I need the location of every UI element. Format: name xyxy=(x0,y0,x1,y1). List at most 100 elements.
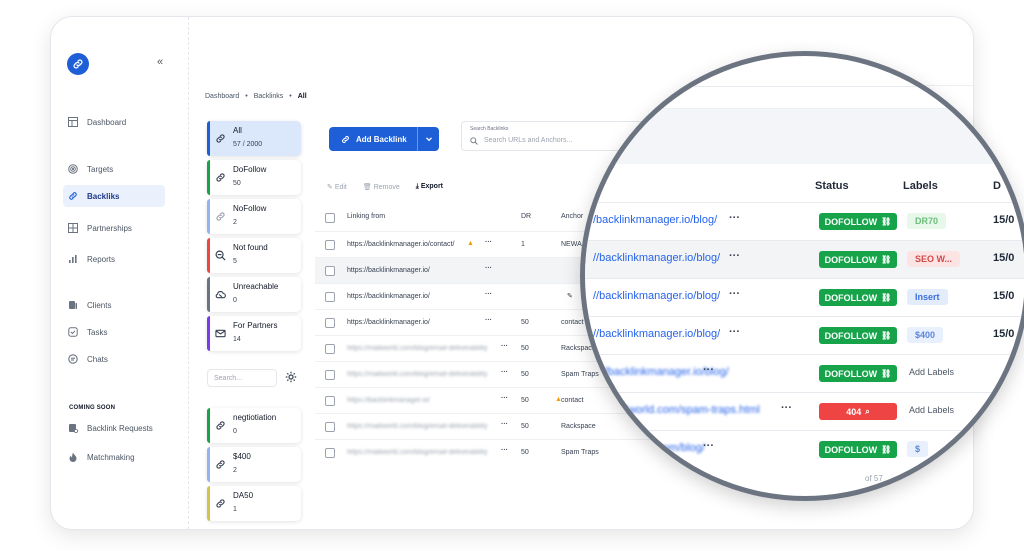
filter-search-input[interactable]: Search... xyxy=(207,369,277,387)
row-menu-icon[interactable]: ··· xyxy=(781,402,792,414)
breadcrumb-dashboard[interactable]: Dashboard xyxy=(205,93,239,100)
linking-from-url[interactable]: https://backlinkmanager.io/ xyxy=(347,397,430,404)
export-button[interactable]: ⤓ Export xyxy=(416,183,443,191)
backlink-url[interactable]: s://mailworld.com/blog/ xyxy=(593,442,705,454)
row-menu-icon[interactable]: ··· xyxy=(485,317,492,324)
edit-button[interactable]: ✎ Edit xyxy=(327,183,347,191)
nav-partnerships[interactable]: Partnerships xyxy=(63,217,165,239)
row-menu-icon[interactable]: ··· xyxy=(501,447,508,454)
row-menu-icon[interactable]: ··· xyxy=(703,364,714,376)
row-menu-icon[interactable]: ··· xyxy=(703,440,714,452)
row-checkbox[interactable] xyxy=(325,266,335,276)
fire-icon xyxy=(68,452,78,462)
lens-row[interactable]: //backlinkmanager.io/blog/ ··· DOFOLLOW ⛓ $4… xyxy=(585,316,1024,354)
lens-header-labels[interactable]: Labels xyxy=(903,180,938,192)
backlink-url[interactable]: /backlinkmanager.io/blog/ xyxy=(593,214,717,226)
row-checkbox[interactable] xyxy=(325,396,335,406)
linking-from-url[interactable]: https://backlinkmanager.io/ xyxy=(347,319,430,326)
prev-page-icon[interactable]: ‹ xyxy=(915,472,918,483)
filter-for-partners[interactable]: For Partners 14 xyxy=(207,316,301,351)
nav-backlink-requests[interactable]: Backlink Requests xyxy=(63,417,165,439)
search-input[interactable]: Search URLs and Anchors... xyxy=(484,137,572,144)
breadcrumb-backlinks[interactable]: Backlinks xyxy=(254,93,284,100)
linking-from-url[interactable]: https://mailworld.com/blog/email-deliver… xyxy=(347,423,487,430)
collapse-sidebar-icon[interactable]: « xyxy=(157,56,163,68)
next-page-icon[interactable]: › xyxy=(933,472,936,483)
label-filter-negotiation[interactable]: negtiotiation 0 xyxy=(207,408,301,443)
user-avatar[interactable] xyxy=(911,59,933,81)
filter-dofollow[interactable]: DoFollow 50 xyxy=(207,160,301,195)
row-menu-icon[interactable]: ··· xyxy=(485,265,492,272)
header-anchor[interactable]: Anchor xyxy=(561,213,583,220)
backlink-url[interactable]: //backlinkmanager.io/blog/ xyxy=(593,290,720,302)
row-menu-icon[interactable]: ··· xyxy=(485,239,492,246)
row-checkbox[interactable] xyxy=(325,344,335,354)
add-backlink-button[interactable]: Add Backlink xyxy=(329,127,439,151)
linking-from-url[interactable]: https://backlinkmanager.io/contact/ xyxy=(347,241,454,248)
row-menu-icon[interactable]: ··· xyxy=(501,369,508,376)
lens-row[interactable]: s://mailworld.com/spam-traps.html ··· 404 ⌕… xyxy=(585,392,1024,430)
remove-button[interactable]: 🗑 Remove xyxy=(363,183,400,191)
row-menu-icon[interactable]: ··· xyxy=(501,343,508,350)
row-menu-icon[interactable]: ··· xyxy=(501,395,508,402)
nav-backlinks[interactable]: Backliks xyxy=(63,185,165,207)
add-labels-link[interactable]: Add Labels xyxy=(909,367,954,377)
row-checkbox[interactable] xyxy=(325,370,335,380)
button-divider xyxy=(417,127,418,151)
nav-clients[interactable]: Clients xyxy=(63,294,165,316)
nav-tasks[interactable]: Tasks xyxy=(63,321,165,343)
row-menu-icon[interactable]: ··· xyxy=(729,212,740,224)
linking-from-url[interactable]: https://mailworld.com/blog/email-deliver… xyxy=(347,371,487,378)
filter-all[interactable]: All 57 / 2000 xyxy=(207,121,301,156)
header-dr[interactable]: DR xyxy=(521,213,531,220)
linking-from-url[interactable]: https://mailworld.com/blog/email-deliver… xyxy=(347,449,487,456)
lens-row[interactable]: //backlinkmanager.io/blog/ ··· DOFOLLOW ⛓ In… xyxy=(585,278,1024,316)
nav-chats[interactable]: Chats xyxy=(63,348,165,370)
lens-row[interactable]: /backlinkmanager.io/blog/ ··· DOFOLLOW ⛓ DR7… xyxy=(585,202,1024,240)
lens-row[interactable]: s://backlinkmanager.io/blog/··· DOFOLLOW ⛓… xyxy=(585,354,1024,392)
linking-from-url[interactable]: https://backlinkmanager.io/ xyxy=(347,267,430,274)
linking-from-url[interactable]: https://mailworld.com/blog/email-deliver… xyxy=(347,345,487,352)
backlink-url[interactable]: //backlinkmanager.io/blog/ xyxy=(593,328,720,340)
lens-header-date[interactable]: D xyxy=(993,180,1001,192)
header-linking-from[interactable]: Linking from xyxy=(347,213,385,220)
lens-header-status[interactable]: Status xyxy=(815,180,849,192)
row-checkbox[interactable] xyxy=(325,292,335,302)
backlink-url[interactable]: //backlinkmanager.io/blog/ xyxy=(593,252,720,264)
lens-header-url[interactable]: o xyxy=(593,180,600,192)
label-tag[interactable]: DR70 xyxy=(907,213,947,229)
label-tag[interactable]: Insert xyxy=(907,289,948,305)
filter-nofollow[interactable]: NoFollow 2 xyxy=(207,199,301,234)
row-menu-icon[interactable]: ··· xyxy=(729,326,740,338)
row-checkbox[interactable] xyxy=(325,318,335,328)
filter-name: NoFollow xyxy=(233,204,267,213)
nav-targets[interactable]: Targets xyxy=(63,158,165,180)
row-menu-icon[interactable]: ··· xyxy=(501,421,508,428)
row-checkbox[interactable] xyxy=(325,448,335,458)
add-labels-link[interactable]: Add Labels xyxy=(909,405,954,415)
row-menu-icon[interactable]: ··· xyxy=(485,291,492,298)
linking-from-url[interactable]: https://backlinkmanager.io/ xyxy=(347,293,430,300)
gear-icon[interactable] xyxy=(285,371,297,383)
lens-row[interactable]: //backlinkmanager.io/blog/ ··· DOFOLLOW ⛓ SE… xyxy=(585,240,1024,278)
filter-not-found[interactable]: Not found 5 xyxy=(207,238,301,273)
edit-pencil-icon[interactable]: ✎ xyxy=(567,292,573,300)
label-filter-400[interactable]: $400 2 xyxy=(207,447,301,482)
label-tag[interactable]: $400 xyxy=(907,327,944,343)
row-checkbox[interactable] xyxy=(325,240,335,250)
label-tag[interactable]: $ xyxy=(907,441,929,457)
nav-dashboard[interactable]: Dashboard xyxy=(63,111,165,133)
select-all-checkbox[interactable] xyxy=(325,213,335,223)
filter-unreachable[interactable]: Unreachable 0 xyxy=(207,277,301,312)
lens-row[interactable]: s://mailworld.com/blog/··· DOFOLLOW ⛓ $13/0 xyxy=(585,430,1024,468)
backlink-url[interactable]: s://mailworld.com/spam-traps.html xyxy=(593,404,760,416)
row-checkbox[interactable] xyxy=(325,422,335,432)
label-tag[interactable]: SEO W... xyxy=(907,251,961,267)
row-menu-icon[interactable]: ··· xyxy=(729,288,740,300)
label-filter-da50[interactable]: DA50 1 xyxy=(207,486,301,521)
nav-matchmaking[interactable]: Matchmaking xyxy=(63,446,165,468)
row-menu-icon[interactable]: ··· xyxy=(729,250,740,262)
app-logo[interactable] xyxy=(67,53,89,75)
nav-reports[interactable]: Reports xyxy=(63,248,165,270)
chevron-down-icon[interactable] xyxy=(425,135,433,143)
